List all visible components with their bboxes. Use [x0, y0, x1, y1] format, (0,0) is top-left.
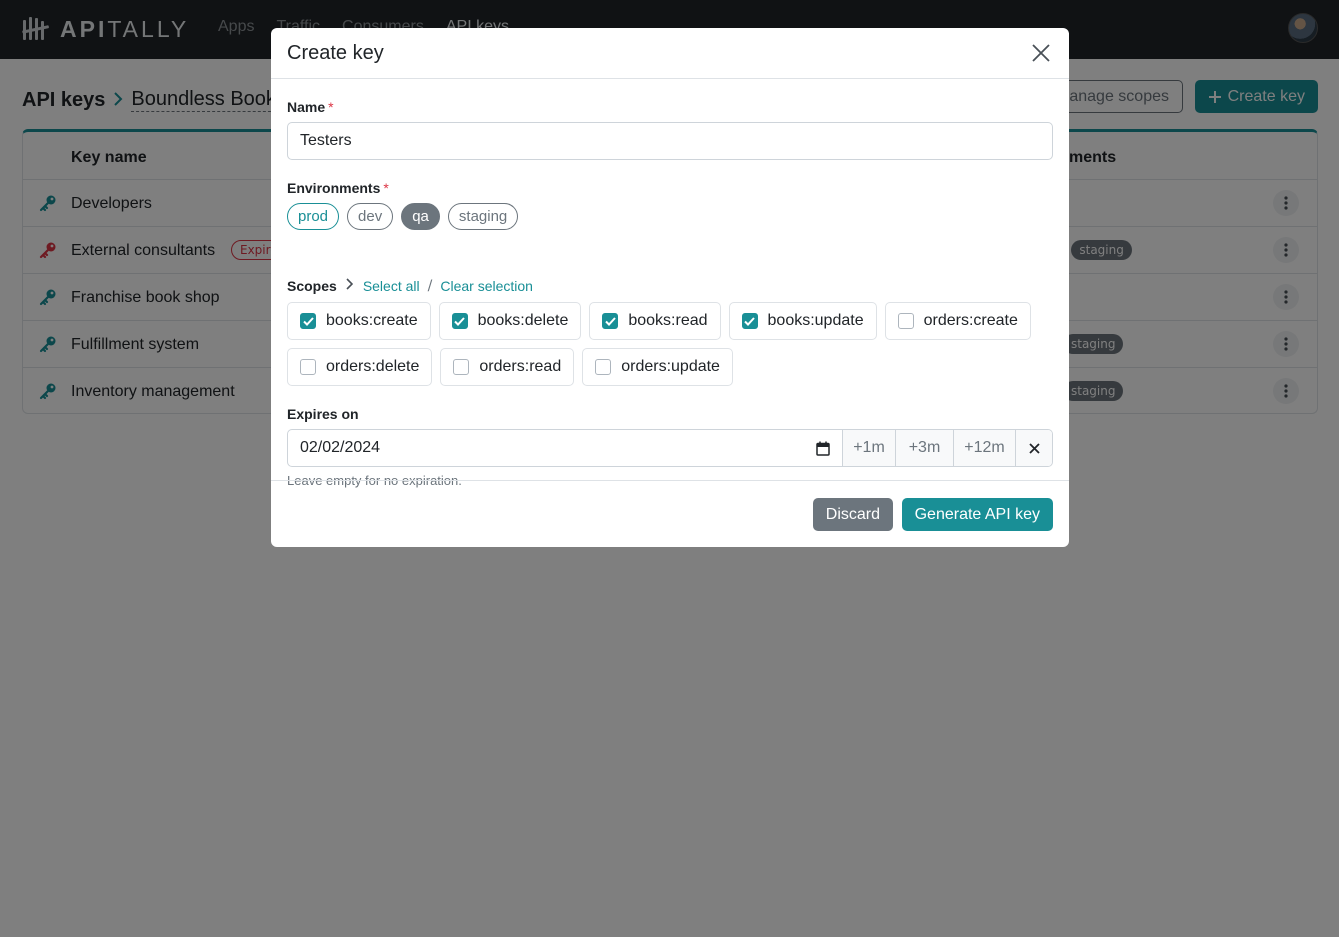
- select-all-link[interactable]: Select all: [363, 278, 420, 294]
- generate-label: Generate API key: [914, 505, 1040, 523]
- scope-books-delete[interactable]: books:delete: [438, 302, 582, 340]
- expires-date-value: 02/02/2024: [300, 439, 381, 456]
- scope-orders-create[interactable]: orders:create: [884, 302, 1031, 340]
- checkbox-unchecked[interactable]: [897, 313, 914, 329]
- clear-date-button[interactable]: [1015, 430, 1052, 466]
- scope-label: orders:read: [479, 358, 562, 375]
- close-icon: [1028, 442, 1040, 454]
- scope-label: orders:update: [621, 358, 720, 375]
- env-toggle-dev[interactable]: dev: [347, 203, 394, 230]
- create-key-modal: Create key Name* Environments* prod dev …: [271, 28, 1069, 547]
- name-label: Name *: [287, 99, 334, 115]
- required-mark: *: [328, 99, 334, 115]
- checkmark-icon: [605, 316, 616, 326]
- discard-button[interactable]: Discard: [812, 498, 893, 531]
- scope-orders-read[interactable]: orders:read: [440, 348, 575, 386]
- checkbox-checked[interactable]: [300, 313, 316, 329]
- add-3-months-button[interactable]: +3m: [895, 430, 953, 466]
- scopes-label: Scopes: [287, 278, 337, 294]
- scope-label: orders:delete: [326, 358, 420, 375]
- checkbox-unchecked[interactable]: [300, 359, 316, 375]
- scope-books-update[interactable]: books:update: [728, 302, 877, 340]
- checkbox-unchecked[interactable]: [595, 359, 612, 375]
- generate-api-key-button[interactable]: Generate API key: [901, 498, 1053, 531]
- clear-selection-link[interactable]: Clear selection: [440, 278, 533, 294]
- scope-orders-delete[interactable]: orders:delete: [287, 348, 433, 386]
- modal-footer: Discard Generate API key: [271, 480, 1069, 547]
- close-button[interactable]: [1031, 43, 1051, 63]
- scope-label: books:read: [628, 312, 708, 329]
- env-toggle-staging[interactable]: staging: [447, 203, 519, 230]
- scope-books-create[interactable]: books:create: [287, 302, 431, 340]
- environment-selector: prod dev qa staging: [287, 203, 519, 230]
- checkbox-checked[interactable]: [741, 313, 758, 329]
- scope-checkbox-grid: books:create books:delete books:read boo…: [287, 302, 1053, 386]
- checkmark-icon: [454, 316, 465, 326]
- scope-label: books:create: [326, 312, 418, 329]
- close-icon: [1032, 44, 1050, 62]
- checkmark-icon: [302, 316, 314, 326]
- separator: /: [427, 278, 433, 294]
- add-12-months-button[interactable]: +12m: [953, 430, 1015, 466]
- scope-label: orders:create: [923, 312, 1018, 329]
- checkbox-unchecked[interactable]: [453, 359, 470, 375]
- checkmark-icon: [744, 316, 755, 326]
- add-1-month-button[interactable]: +1m: [842, 430, 895, 466]
- chevron-right-icon: [345, 278, 353, 294]
- modal-header: Create key: [271, 28, 1069, 79]
- checkbox-checked[interactable]: [451, 313, 468, 329]
- env-toggle-prod[interactable]: prod: [287, 203, 340, 230]
- scope-orders-update[interactable]: orders:update: [582, 348, 733, 386]
- name-input[interactable]: [287, 122, 1053, 160]
- expires-label: Expires on: [287, 406, 359, 422]
- scope-label: books:delete: [477, 312, 569, 329]
- env-toggle-qa[interactable]: qa: [401, 203, 440, 230]
- modal-title: Create key: [287, 42, 384, 64]
- checkbox-checked[interactable]: [602, 313, 619, 329]
- expires-input-group: 02/02/2024 +1m +3m +12m: [287, 429, 1053, 467]
- discard-label: Discard: [825, 505, 880, 523]
- calendar-icon[interactable]: [816, 441, 830, 456]
- expires-date-input[interactable]: 02/02/2024: [288, 430, 842, 466]
- scopes-header: Scopes Select all / Clear selection: [287, 278, 533, 294]
- environments-label: Environments *: [287, 180, 389, 196]
- required-mark: *: [383, 180, 389, 196]
- scope-label: books:update: [767, 312, 864, 329]
- scope-books-read[interactable]: books:read: [589, 302, 721, 340]
